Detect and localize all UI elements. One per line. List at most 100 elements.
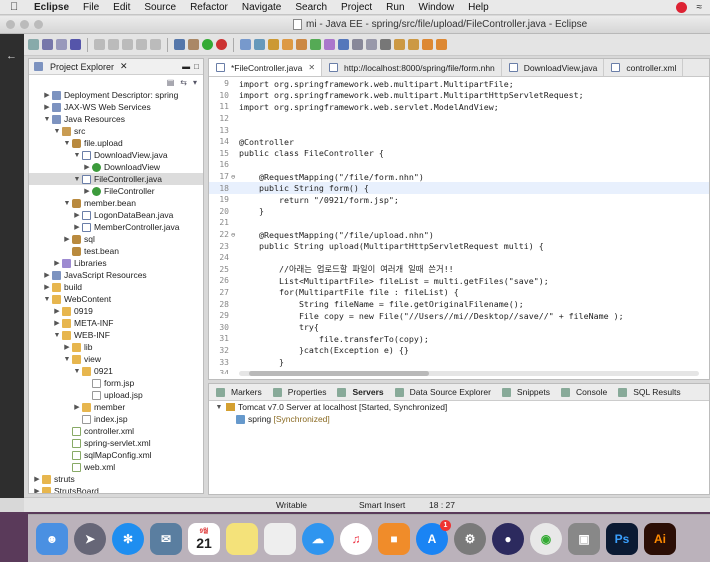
- bottom-tab[interactable]: Snippets: [501, 387, 550, 397]
- tree-item[interactable]: ▼ WEB-INF: [29, 329, 203, 341]
- code-line[interactable]: 16: [209, 159, 709, 171]
- code-line[interactable]: 20 }: [209, 206, 709, 218]
- minimize-window-button[interactable]: [20, 20, 29, 29]
- tree-item[interactable]: ▼ Java Resources: [29, 113, 203, 125]
- bottom-tab[interactable]: SQL Results: [617, 387, 681, 397]
- menu-item[interactable]: File: [83, 2, 99, 13]
- search-icon[interactable]: [338, 39, 349, 50]
- music-icon[interactable]: ♫: [340, 522, 372, 555]
- photoshop-icon[interactable]: Ps: [606, 522, 638, 555]
- code-line[interactable]: 19 return "/0921/form.jsp";: [209, 194, 709, 206]
- tree-item[interactable]: ▶ META-INF: [29, 317, 203, 329]
- tree-item[interactable]: ▼ file.upload: [29, 137, 203, 149]
- suspend-icon[interactable]: [122, 39, 133, 50]
- launchpad-icon[interactable]: ➤: [74, 522, 106, 555]
- tree-toggle-icon[interactable]: ▼: [73, 152, 81, 159]
- menu-item[interactable]: Project: [341, 2, 372, 13]
- apple-icon[interactable]: : [10, 1, 24, 13]
- tree-item[interactable]: sqlMapConfig.xml: [29, 449, 203, 461]
- wifi-icon[interactable]: ≈: [697, 2, 703, 13]
- tree-item[interactable]: ▶ Libraries: [29, 257, 203, 269]
- tree-item[interactable]: web.xml: [29, 461, 203, 473]
- menu-item[interactable]: Refactor: [190, 2, 228, 13]
- tree-toggle-icon[interactable]: ▶: [53, 259, 61, 267]
- debug-icon[interactable]: [188, 39, 199, 50]
- tree-toggle-icon[interactable]: ▼: [73, 176, 81, 183]
- tree-toggle-icon[interactable]: ▼: [63, 200, 71, 207]
- tree-item[interactable]: ▶ build: [29, 281, 203, 293]
- tree-item[interactable]: spring-servlet.xml: [29, 437, 203, 449]
- tree-item[interactable]: ▶ 0919: [29, 305, 203, 317]
- skip-icon[interactable]: [94, 39, 105, 50]
- toggle-icon[interactable]: [366, 39, 377, 50]
- menu-item[interactable]: Run: [386, 2, 404, 13]
- reminders-icon[interactable]: [264, 522, 296, 555]
- code-line[interactable]: 14 @Controller: [209, 136, 709, 148]
- tree-toggle-icon[interactable]: ▶: [73, 211, 81, 219]
- collapse-all-icon[interactable]: ▤: [167, 78, 175, 87]
- tree-item[interactable]: ▶ sql: [29, 233, 203, 245]
- horizontal-scrollbar[interactable]: [239, 371, 699, 376]
- task-icon[interactable]: [324, 39, 335, 50]
- tree-item[interactable]: ▶ JAX-WS Web Services: [29, 101, 203, 113]
- code-line[interactable]: 23 public String upload(MultipartHttpSer…: [209, 240, 709, 252]
- menu-item[interactable]: Navigate: [242, 2, 281, 13]
- tree-item[interactable]: ▶ member: [29, 401, 203, 413]
- editor-tab[interactable]: *FileController.java ✕: [209, 59, 323, 76]
- server-icon[interactable]: [174, 39, 185, 50]
- tree-item[interactable]: ▶ LogonDataBean.java: [29, 209, 203, 221]
- tree-item[interactable]: test.bean: [29, 245, 203, 257]
- code-line[interactable]: 31 file.transferTo(copy);: [209, 333, 709, 345]
- code-line[interactable]: 11 import org.springframework.web.servlet…: [209, 101, 709, 113]
- back-arrow-icon[interactable]: ←: [6, 50, 17, 62]
- code-line[interactable]: 26 List<MultipartFile> fileList = multi.…: [209, 275, 709, 287]
- prev-annotation-icon[interactable]: [408, 39, 419, 50]
- chrome-icon[interactable]: ◉: [530, 522, 562, 555]
- messages-icon[interactable]: ☁: [302, 522, 334, 555]
- editor-tab[interactable]: http://localhost:8000/spring/file/form.n…: [322, 59, 502, 76]
- tree-toggle-icon[interactable]: ▶: [63, 343, 71, 351]
- tree-item[interactable]: index.jsp: [29, 413, 203, 425]
- safari-icon[interactable]: ✻: [112, 522, 144, 555]
- system-preferences-icon[interactable]: ⚙: [454, 522, 486, 555]
- code-line[interactable]: 9 import org.springframework.web.multipar…: [209, 78, 709, 90]
- code-line[interactable]: 25 //아래는 업로드할 파일이 여러개 일때 쓴거!!: [209, 264, 709, 276]
- tree-item[interactable]: upload.jsp: [29, 389, 203, 401]
- editor-tab[interactable]: DownloadView.java: [502, 59, 605, 76]
- app-menu[interactable]: Eclipse: [34, 2, 69, 13]
- check-icon[interactable]: [310, 39, 321, 50]
- tree-item[interactable]: ▶ Deployment Descriptor: spring: [29, 89, 203, 101]
- new-server-icon[interactable]: [240, 39, 251, 50]
- tree-item[interactable]: form.jsp: [29, 377, 203, 389]
- run-icon[interactable]: [202, 39, 213, 50]
- view-menu-icon[interactable]: ▾: [193, 78, 197, 87]
- globe-icon[interactable]: [380, 39, 391, 50]
- code-line[interactable]: 28 String fileName = file.getOriginalFil…: [209, 298, 709, 310]
- tree-item[interactable]: ▶ StrutsBoard: [29, 485, 203, 493]
- code-line[interactable]: 18 public String form() {: [209, 182, 709, 194]
- bottom-tab[interactable]: Markers: [215, 387, 262, 397]
- code-line[interactable]: 32 }catch(Exception e) {}: [209, 345, 709, 357]
- external-tools-icon[interactable]: [216, 39, 227, 50]
- open-folder-icon[interactable]: [282, 39, 293, 50]
- server-row[interactable]: ▼ Tomcat v7.0 Server at localhost [Start…: [209, 401, 709, 413]
- zoom-window-button[interactable]: [34, 20, 43, 29]
- tree-toggle-icon[interactable]: ▶: [53, 319, 61, 327]
- notification-icon[interactable]: [675, 1, 687, 13]
- tree-toggle-icon[interactable]: ▼: [53, 332, 61, 339]
- tree-item[interactable]: controller.xml: [29, 425, 203, 437]
- menu-item[interactable]: Help: [468, 2, 489, 13]
- tree-toggle-icon[interactable]: ▶: [83, 187, 91, 195]
- bottom-tab[interactable]: Properties: [272, 387, 326, 397]
- menu-item[interactable]: Source: [144, 2, 176, 13]
- mark-icon[interactable]: [352, 39, 363, 50]
- tree-toggle-icon[interactable]: ▼: [53, 128, 61, 135]
- print-icon[interactable]: [70, 39, 81, 50]
- code-line[interactable]: 10 import org.springframework.web.multipa…: [209, 90, 709, 102]
- code-line[interactable]: 22 ⊖ @RequestMapping("/file/upload.nhn"): [209, 229, 709, 241]
- tree-item[interactable]: ▶ JavaScript Resources: [29, 269, 203, 281]
- tree-toggle-icon[interactable]: ▼: [63, 140, 71, 147]
- tree-item[interactable]: ▶ struts: [29, 473, 203, 485]
- tree-toggle-icon[interactable]: ▼: [73, 368, 81, 375]
- tree-item[interactable]: ▼ DownloadView.java: [29, 149, 203, 161]
